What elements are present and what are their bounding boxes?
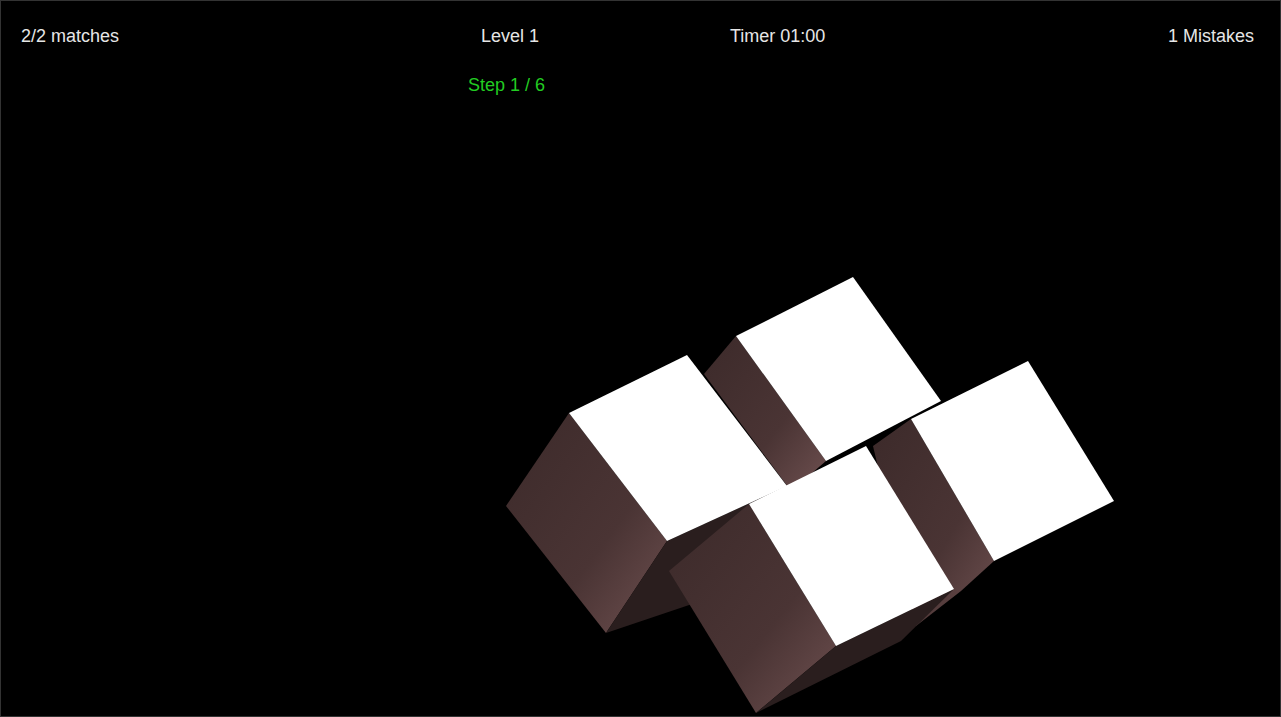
mistakes-counter: 1 Mistakes [1168,23,1254,50]
timer-label: Timer 01:00 [730,23,1168,50]
step-indicator: Step 1 / 6 [468,72,545,99]
cube-front[interactable] [669,446,954,713]
game-screen: 2/2 matchesLevel 1Timer 01:001 Mistakes S… [0,0,1281,717]
cube-top-face [749,446,954,646]
cube-top-face [911,361,1114,561]
step-row: Step 1 / 6 [1,50,1280,99]
matches-counter: 2/2 matches [21,23,481,50]
hud-top-bar: 2/2 matchesLevel 1Timer 01:001 Mistakes [1,1,1280,50]
level-label: Level 1 [481,23,730,50]
game-canvas[interactable] [1,1,1281,717]
hud: 2/2 matchesLevel 1Timer 01:001 Mistakes S… [1,1,1280,99]
